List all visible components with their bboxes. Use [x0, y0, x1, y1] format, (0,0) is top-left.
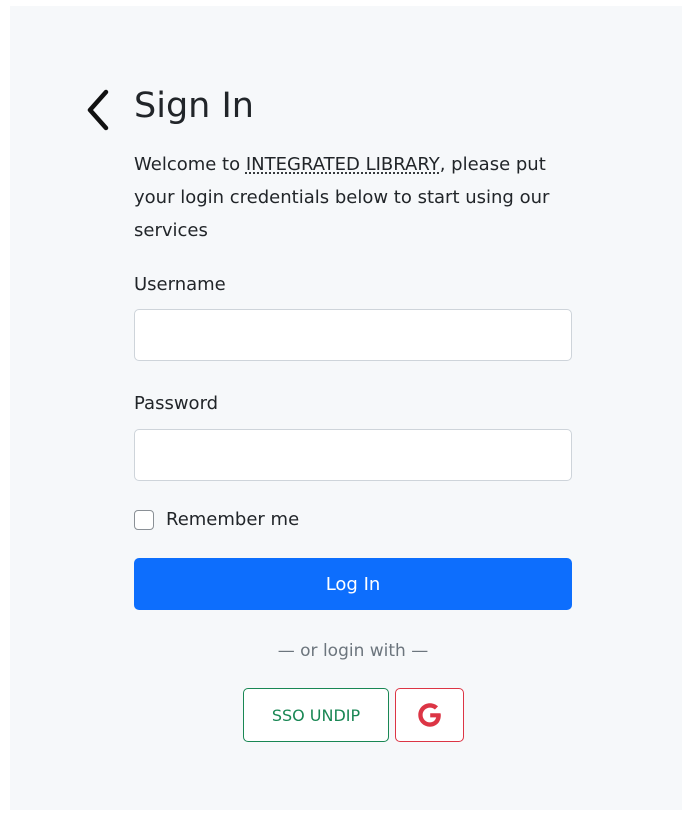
- username-input[interactable]: [134, 309, 572, 361]
- remember-me-label: Remember me: [166, 509, 300, 530]
- login-button[interactable]: Log In: [134, 558, 572, 610]
- alt-login-divider: — or login with —: [277, 641, 429, 661]
- remember-me-checkbox[interactable]: [134, 510, 154, 530]
- library-name: INTEGRATED LIBRARY: [245, 154, 440, 175]
- sso-undip-button[interactable]: SSO UNDIP: [243, 688, 389, 742]
- google-login-button[interactable]: [395, 688, 464, 742]
- welcome-text: Welcome to INTEGRATED LIBRARY, please pu…: [134, 148, 574, 247]
- password-input[interactable]: [134, 429, 572, 481]
- login-panel: Sign In Welcome to INTEGRATED LIBRARY, p…: [10, 6, 682, 810]
- back-button[interactable]: [82, 86, 116, 134]
- chevron-left-icon: [87, 89, 109, 131]
- username-label: Username: [134, 274, 226, 295]
- remember-me-toggle[interactable]: Remember me: [134, 506, 299, 534]
- welcome-prefix: Welcome to: [134, 154, 246, 175]
- google-icon: [417, 703, 441, 727]
- page-title: Sign In: [134, 86, 254, 126]
- password-label: Password: [134, 393, 219, 414]
